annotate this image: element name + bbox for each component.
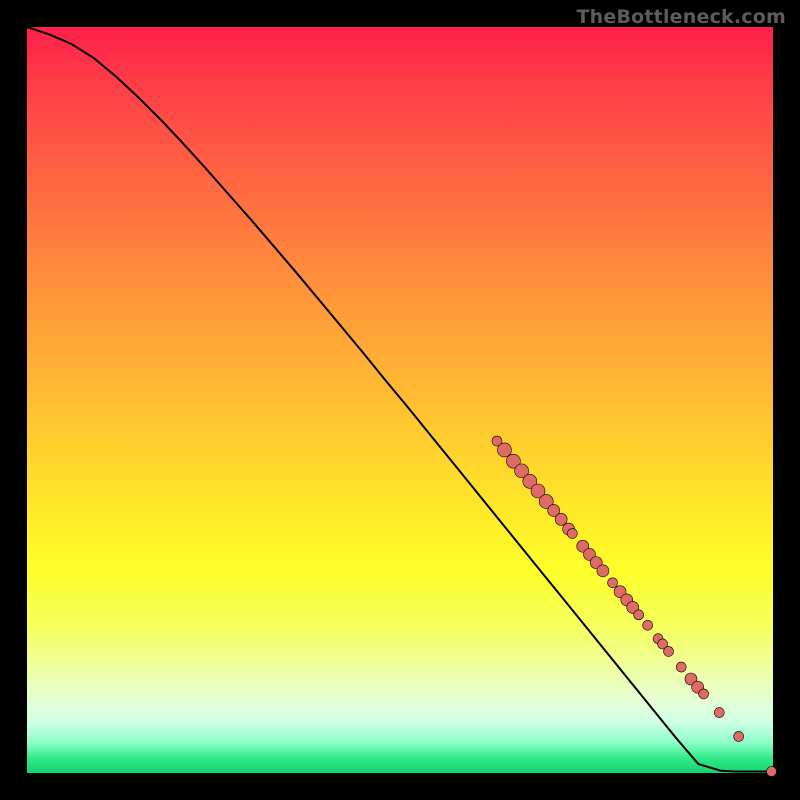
data-marker bbox=[608, 578, 618, 588]
trend-curve bbox=[27, 27, 773, 772]
data-marker bbox=[699, 689, 709, 699]
data-marker bbox=[714, 708, 724, 718]
data-marker bbox=[676, 662, 686, 672]
data-marker bbox=[555, 513, 567, 525]
marker-group bbox=[492, 436, 777, 776]
data-marker bbox=[597, 565, 609, 577]
data-marker bbox=[497, 443, 511, 457]
watermark-text: TheBottleneck.com bbox=[576, 6, 786, 28]
data-marker bbox=[734, 731, 744, 741]
chart-overlay bbox=[27, 27, 773, 773]
data-marker bbox=[567, 529, 577, 539]
data-marker bbox=[664, 646, 674, 656]
data-marker bbox=[634, 610, 644, 620]
data-marker bbox=[767, 767, 777, 777]
chart-stage: TheBottleneck.com bbox=[0, 0, 800, 800]
data-marker bbox=[643, 620, 653, 630]
